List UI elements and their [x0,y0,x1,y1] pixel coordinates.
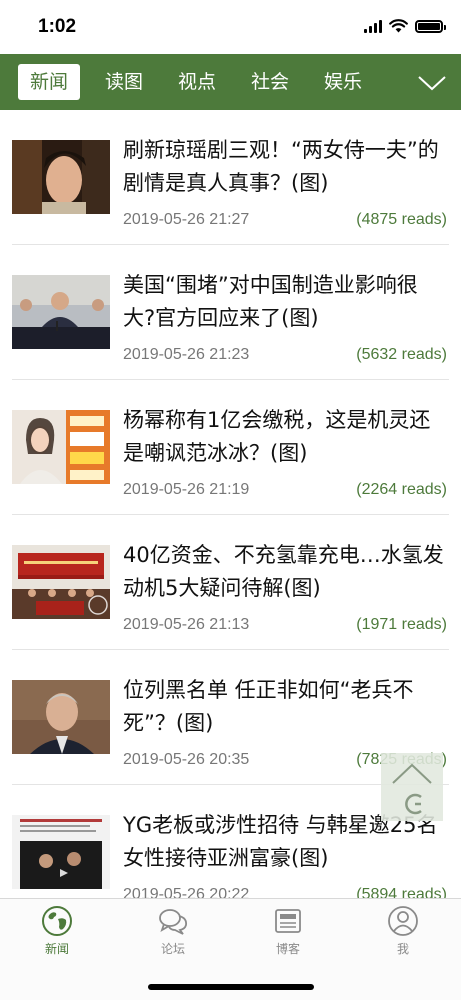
news-title: 位列黑名单 任正非如何“老兵不死”？(图) [123,678,414,735]
news-title: 40亿资金、不充氢靠充电…水氢发动机5大疑问待解(图) [123,543,444,600]
status-bar: 1:02 [0,0,461,54]
battery-icon [415,19,446,33]
bottom-tab-forum[interactable]: 论坛 [133,905,213,965]
bottom-tab-label: 新闻 [44,942,69,956]
news-thumbnail [12,815,110,889]
status-icons [364,19,446,33]
tab-viewpoints[interactable]: 视点 [178,64,216,100]
chevron-down-icon[interactable] [417,72,447,94]
scroll-to-top-button[interactable] [381,753,443,821]
news-reads: (5894 reads) [356,886,447,898]
bottom-tab-label: 博客 [275,942,300,956]
bottom-tab-label: 我 [396,942,409,956]
news-item[interactable]: 刷新琼瑶剧三观！“两女侍一夫”的剧情是真人真事？(图) 2019-05-26 2… [0,110,461,245]
chat-bubbles-icon [159,909,188,935]
signal-icon [364,19,382,33]
news-thumbnail [12,545,110,619]
news-thumbnail [12,140,110,214]
chevron-up-icon [392,763,432,815]
news-thumbnail [12,410,110,484]
news-date: 2019-05-26 21:27 [123,211,250,228]
news-title: 刷新琼瑶剧三观！“两女侍一夫”的剧情是真人真事？(图) [123,138,439,195]
wifi-icon [389,19,408,33]
home-indicator[interactable] [148,984,314,990]
newspaper-icon [275,909,301,933]
news-date: 2019-05-26 21:13 [123,616,250,633]
globe-icon [42,906,72,936]
news-date: 2019-05-26 21:23 [123,346,250,363]
news-date: 2019-05-26 20:35 [123,751,250,768]
news-date: 2019-05-26 21:19 [123,481,250,498]
bottom-tab-news[interactable]: 新闻 [17,905,97,965]
news-date: 2019-05-26 20:22 [123,886,250,898]
news-item[interactable]: 美国“围堵”对中国制造业影响很大?官方回应来了(图) 2019-05-26 21… [0,245,461,380]
news-title: 杨幂称有1亿会缴税，这是机灵还是嘲讽范冰冰？(图) [123,408,431,465]
news-reads: (2264 reads) [356,481,447,498]
tab-society[interactable]: 社会 [251,64,289,100]
bottom-tab-blog[interactable]: 博客 [248,905,328,965]
news-item[interactable]: 杨幂称有1亿会缴税，这是机灵还是嘲讽范冰冰？(图) 2019-05-26 21:… [0,380,461,515]
news-thumbnail [12,680,110,754]
user-icon [388,906,418,936]
bottom-tab-me[interactable]: 我 [363,905,443,965]
news-reads: (4875 reads) [356,211,447,228]
news-thumbnail [12,275,110,349]
news-reads: (5632 reads) [356,346,447,363]
category-nav: 新闻 读图 视点 社会 娱乐 [0,54,461,110]
tab-news[interactable]: 新闻 [18,64,81,100]
news-title: 美国“围堵”对中国制造业影响很大?官方回应来了(图) [123,273,418,330]
status-time: 1:02 [38,16,77,37]
tab-entertainment[interactable]: 娱乐 [324,64,362,100]
bottom-tab-label: 论坛 [160,942,185,956]
news-item[interactable]: 40亿资金、不充氢靠充电…水氢发动机5大疑问待解(图) 2019-05-26 2… [0,515,461,650]
tab-photos[interactable]: 读图 [105,64,143,100]
news-reads: (1971 reads) [356,616,447,633]
